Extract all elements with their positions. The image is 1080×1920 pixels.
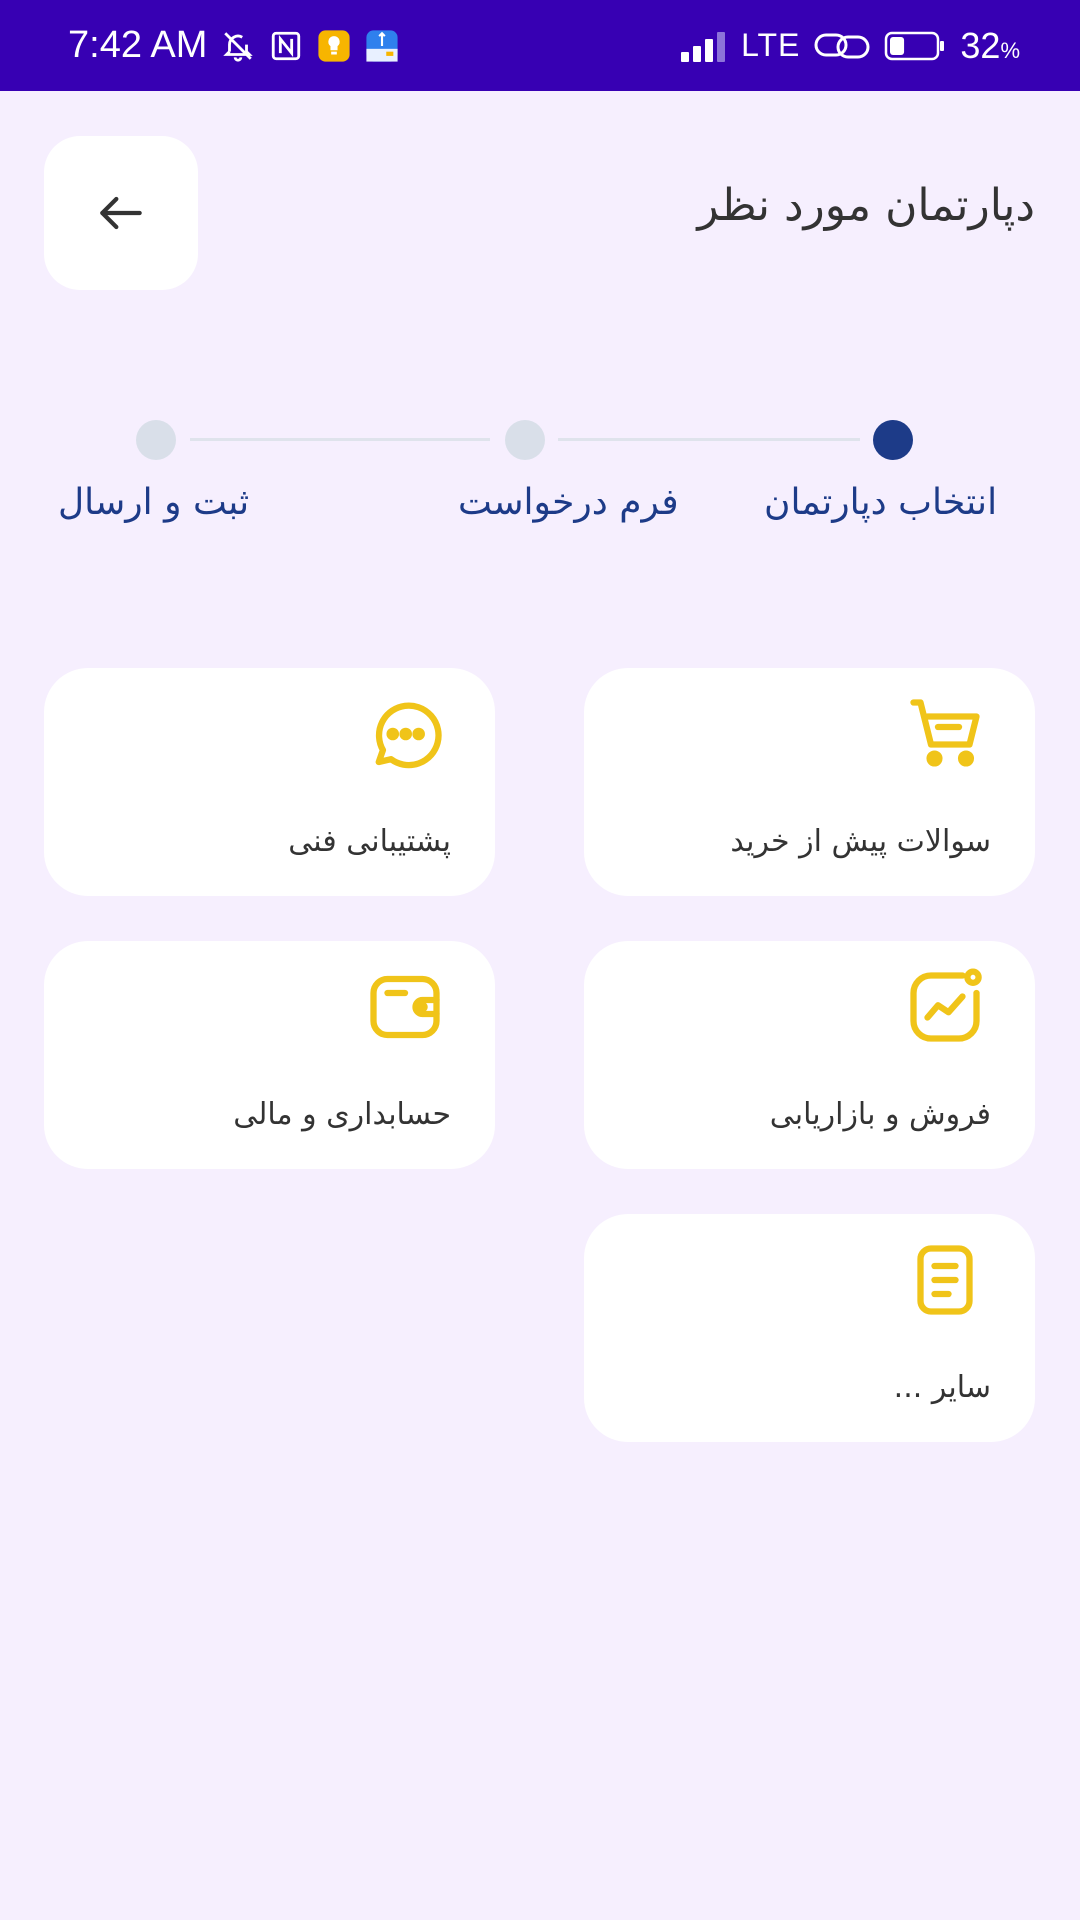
department-card-tech-support[interactable]: پشتیبانی فنی bbox=[44, 668, 495, 896]
department-card-sales-marketing[interactable]: فروش و بازاریابی bbox=[584, 941, 1035, 1169]
step-connector bbox=[558, 438, 860, 441]
step-label-3: ثبت و ارسال bbox=[58, 482, 250, 523]
department-label: فروش و بازاریابی bbox=[769, 1097, 991, 1132]
arrow-left-icon bbox=[100, 196, 142, 230]
step-label-1: انتخاب دپارتمان bbox=[764, 482, 998, 523]
department-label: حسابداری و مالی bbox=[233, 1097, 451, 1132]
step-label-2: فرم درخواست bbox=[458, 482, 679, 523]
department-label: سایر ... bbox=[893, 1370, 991, 1405]
battery-icon bbox=[884, 30, 946, 62]
stepper: ثبت و ارسال فرم درخواست انتخاب دپارتمان bbox=[0, 400, 1080, 540]
chat-bubble-icon bbox=[375, 702, 442, 769]
page-title: دپارتمان مورد نظر bbox=[697, 180, 1035, 231]
link-icon bbox=[814, 29, 870, 63]
step-dot-1 bbox=[873, 420, 913, 460]
back-button[interactable] bbox=[44, 136, 198, 290]
status-bar-right: LTE 32% bbox=[679, 25, 1020, 67]
chart-growth-icon bbox=[910, 968, 982, 1042]
department-label: سوالات پیش از خرید bbox=[730, 824, 991, 859]
status-time: 7:42 AM bbox=[68, 24, 208, 66]
status-bar: 7:42 AM LTE 32% bbox=[0, 0, 1080, 91]
network-type: LTE bbox=[741, 27, 801, 63]
battery-percent: 32% bbox=[960, 24, 1020, 66]
bell-off-icon bbox=[221, 29, 255, 63]
bulb-app-icon bbox=[317, 29, 351, 63]
department-card-accounting[interactable]: حسابداری و مالی bbox=[44, 941, 495, 1169]
step-dot-3 bbox=[136, 420, 176, 460]
signal-icon bbox=[679, 30, 727, 62]
step-dot-2 bbox=[505, 420, 545, 460]
status-bar-left: 7:42 AM bbox=[68, 24, 399, 67]
department-label: پشتیبانی فنی bbox=[288, 824, 451, 859]
document-icon bbox=[917, 1245, 973, 1315]
shopping-cart-icon bbox=[910, 699, 980, 767]
department-card-other[interactable]: سایر ... bbox=[584, 1214, 1035, 1442]
nfc-icon bbox=[269, 29, 303, 63]
step-connector bbox=[190, 438, 490, 441]
usb-app-icon bbox=[365, 29, 399, 63]
wallet-icon bbox=[370, 975, 440, 1039]
department-card-pre-purchase[interactable]: سوالات پیش از خرید bbox=[584, 668, 1035, 896]
